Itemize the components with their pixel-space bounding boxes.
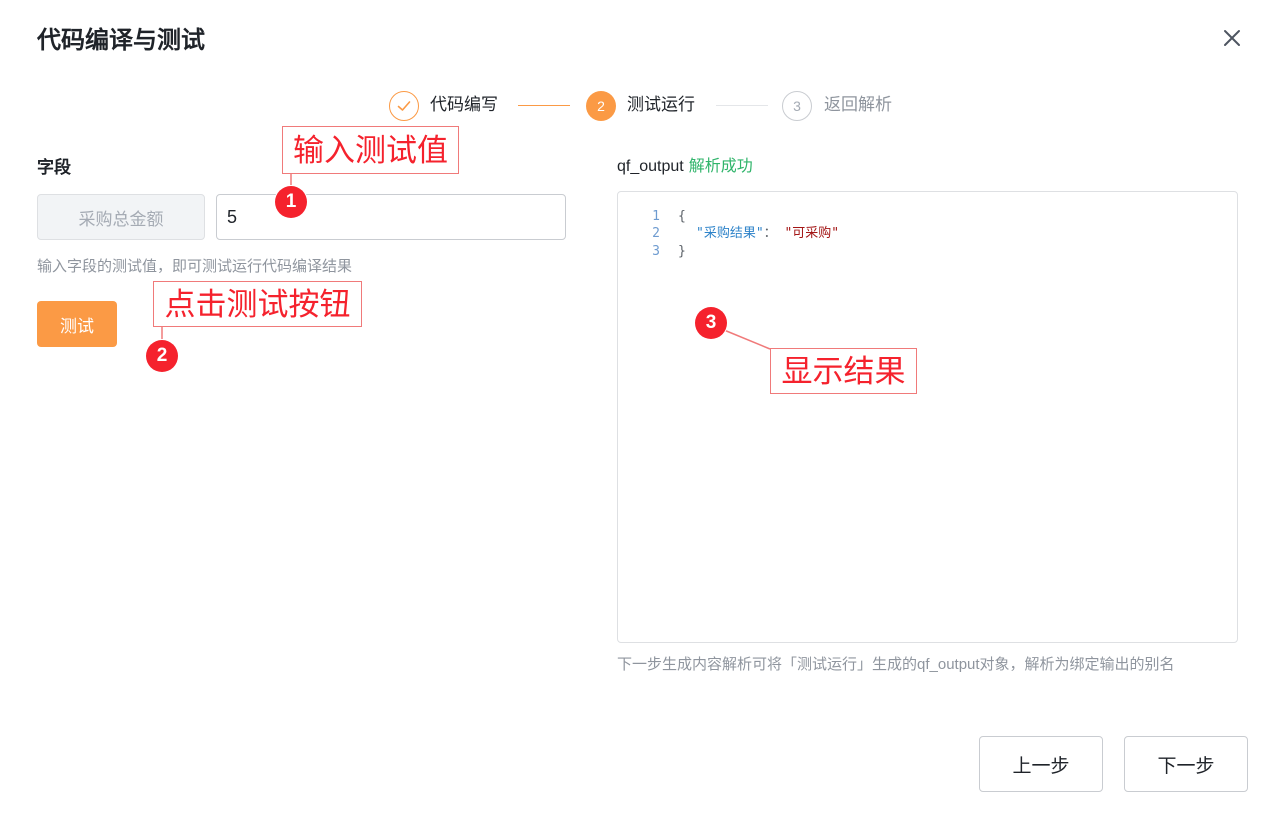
test-value-input[interactable]	[216, 194, 566, 240]
step-2-number: 2	[586, 91, 616, 121]
code-key: "采购结果"	[696, 226, 764, 241]
annotation-1-label: 输入测试值	[282, 126, 459, 174]
field-name-tag: 采购总金额	[37, 194, 205, 240]
close-icon[interactable]	[1218, 24, 1246, 52]
code-line-2: 2 "采购结果"： "可采购"	[646, 225, 839, 243]
step-3-number: 3	[782, 91, 812, 121]
code-text: {	[678, 209, 686, 224]
annotation-1-marker: 1	[275, 186, 307, 218]
code-value: "可采购"	[784, 226, 840, 241]
field-help-text: 输入字段的测试值，即可测试运行代码编译结果	[37, 258, 353, 275]
step-2-label: 测试运行	[627, 95, 695, 114]
annotation-3-marker: 3	[695, 307, 727, 339]
annotation-2-label: 点击测试按钮	[153, 281, 362, 327]
field-section-label: 字段	[37, 158, 71, 177]
step-1-check-icon	[389, 91, 419, 121]
line-number: 3	[652, 244, 660, 259]
test-button[interactable]: 测试	[37, 301, 117, 347]
code-separator: ：	[763, 226, 785, 241]
prev-step-button[interactable]: 上一步	[979, 736, 1103, 792]
dialog-title: 代码编译与测试	[37, 27, 205, 54]
output-footnote: 下一步生成内容解析可将「测试运行」生成的qf_output对象，解析为绑定输出的…	[617, 656, 1175, 673]
code-output-viewer[interactable]: 1{ 2 "采购结果"： "可采购" 3}	[617, 191, 1238, 643]
output-label: qf_output 解析成功	[617, 155, 753, 179]
line-number: 2	[652, 226, 660, 241]
code-text: }	[678, 244, 686, 259]
code-line-1: 1{	[646, 208, 686, 226]
step-connector-2	[716, 105, 768, 106]
output-var-name: qf_output	[617, 158, 684, 175]
parse-status: 解析成功	[688, 158, 753, 175]
code-line-3: 3}	[646, 243, 686, 261]
step-1-label: 代码编写	[430, 95, 498, 114]
step-connector-1	[518, 105, 570, 106]
next-step-button[interactable]: 下一步	[1124, 736, 1248, 792]
line-number: 1	[652, 209, 660, 224]
annotation-2-marker: 2	[146, 340, 178, 372]
step-3-label: 返回解析	[824, 95, 892, 114]
annotation-3-label: 显示结果	[770, 348, 917, 394]
